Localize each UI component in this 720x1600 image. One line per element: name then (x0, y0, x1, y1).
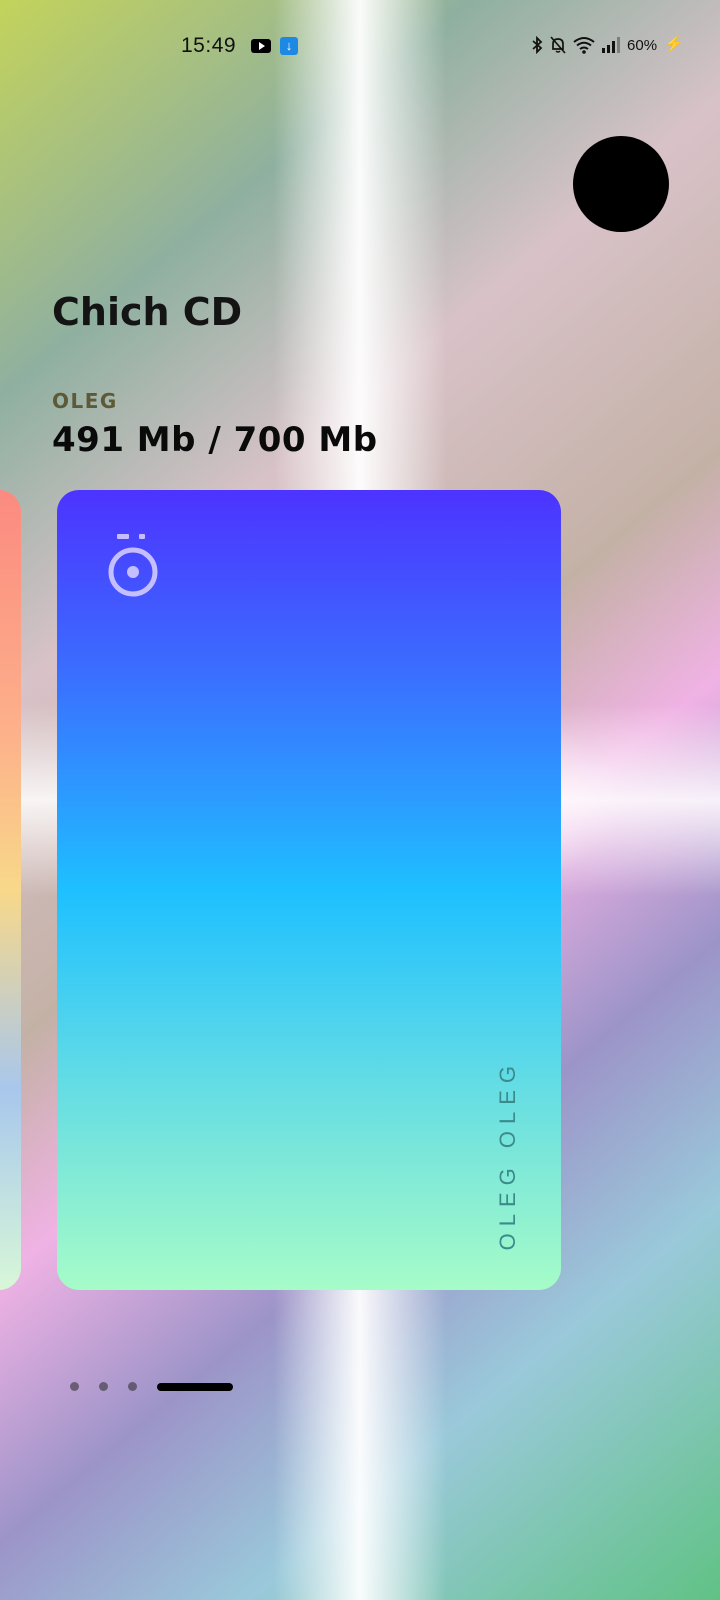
status-bar: 15:49 ↓ 60% ⚡ (0, 28, 720, 64)
page-dot[interactable] (99, 1382, 108, 1391)
bell-off-icon (550, 36, 566, 54)
page-dot[interactable] (70, 1382, 79, 1391)
page-indicator (70, 1382, 233, 1391)
signal-icon (602, 37, 621, 53)
wifi-icon (573, 36, 595, 54)
system-status-icons: 60% ⚡ (531, 35, 684, 55)
disc-card[interactable]: OLEG OLEG (57, 490, 561, 1290)
battery-charging-icon: ⚡ (664, 36, 684, 53)
clock: 15:49 (181, 34, 237, 57)
page-dot-active[interactable] (157, 1382, 233, 1391)
usb-icon: ↓ (280, 37, 298, 55)
avatar[interactable] (573, 136, 669, 232)
page-dot[interactable] (128, 1382, 137, 1391)
owner-label: OLEG (52, 389, 118, 413)
youtube-icon (251, 39, 271, 53)
previous-card[interactable] (0, 490, 21, 1290)
battery-percent: 60% (627, 36, 658, 54)
page-title: Chich CD (52, 290, 243, 334)
card-holder-name: OLEG OLEG (495, 1058, 520, 1250)
bluetooth-icon (531, 36, 543, 54)
ring-dot-icon (107, 534, 163, 604)
storage-usage: 491 Mb / 700 Mb (52, 420, 378, 460)
